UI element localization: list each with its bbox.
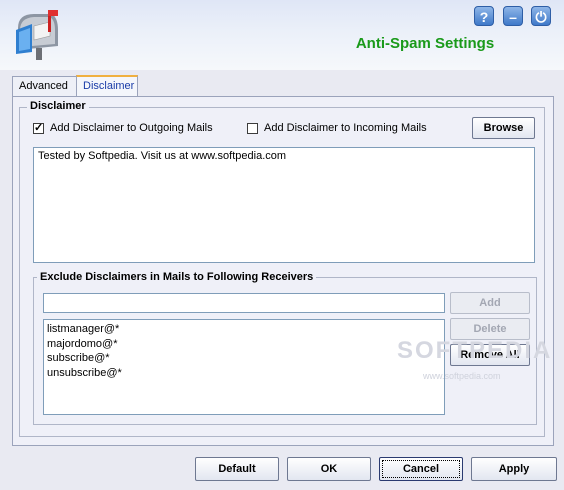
outgoing-checkbox[interactable]: ✓ [33,121,44,134]
watermark: SOFTPEDIA [397,337,553,364]
help-button[interactable]: ? [474,6,494,26]
watermark-url: www.softpedia.com [423,371,501,381]
exclude-group-title: Exclude Disclaimers in Mails to Followin… [37,271,317,283]
outgoing-checkbox-row[interactable]: ✓ Add Disclaimer to Outgoing Mails [33,122,213,134]
outgoing-label: Add Disclaimer to Outgoing Mails [50,122,213,134]
incoming-checkbox[interactable] [247,122,258,134]
power-icon: ⏻ [535,9,547,25]
list-item[interactable]: unsubscribe@* [47,366,441,381]
header-banner: Anti-Spam Settings ? – ⏻ [0,0,564,70]
power-button[interactable]: ⏻ [531,6,551,26]
list-item[interactable]: majordomo@* [47,337,441,352]
page-title: Anti-Spam Settings [355,35,495,52]
disclaimer-text-area[interactable]: Tested by Softpedia. Visit us at www.sof… [33,147,535,263]
tab-panel-disclaimer: Disclaimer ✓ Add Disclaimer to Outgoing … [12,96,554,446]
list-item[interactable]: subscribe@* [47,351,441,366]
receivers-list[interactable]: listmanager@* majordomo@* subscribe@* un… [43,319,445,415]
mailbox-icon [16,10,58,60]
checkmark-icon: ✓ [34,121,44,134]
default-button[interactable]: Default [195,457,279,481]
incoming-label: Add Disclaimer to Incoming Mails [264,122,427,134]
browse-button[interactable]: Browse [472,117,535,139]
receiver-input[interactable] [43,293,445,313]
ok-button[interactable]: OK [287,457,371,481]
apply-button[interactable]: Apply [471,457,557,481]
disclaimer-group-title: Disclaimer [27,100,89,112]
minimize-button[interactable]: – [503,6,523,26]
minimize-icon: – [509,9,517,25]
incoming-checkbox-row[interactable]: Add Disclaimer to Incoming Mails [247,122,427,134]
tab-disclaimer[interactable]: Disclaimer [76,75,138,97]
tab-advanced[interactable]: Advanced [12,76,77,96]
add-button[interactable]: Add [450,292,530,314]
cancel-button[interactable]: Cancel [379,457,463,481]
list-item[interactable]: listmanager@* [47,322,441,337]
